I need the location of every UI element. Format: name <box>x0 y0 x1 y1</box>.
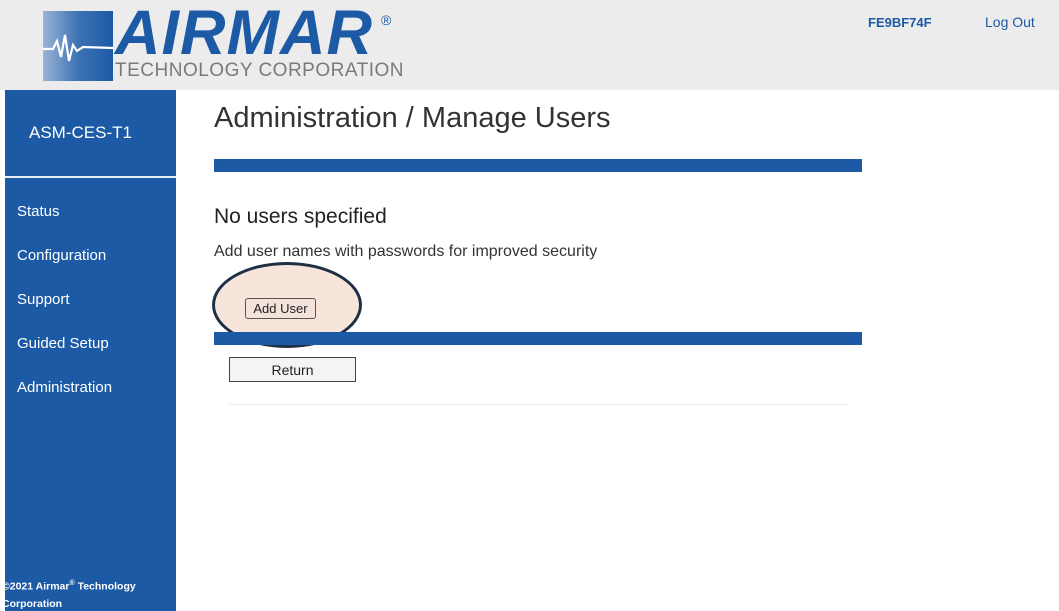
logo-subtitle: TECHNOLOGY CORPORATION <box>115 60 404 81</box>
page-title: Administration / Manage Users <box>214 102 611 134</box>
sidebar-item-support[interactable]: Support <box>5 290 176 334</box>
logout-link[interactable]: Log Out <box>985 14 1035 30</box>
sidebar-item-status[interactable]: Status <box>5 202 176 246</box>
device-id: FE9BF74F <box>868 15 932 30</box>
sidebar: ASM-CES-T1 Status Configuration Support … <box>2 90 176 611</box>
status-heading: No users specified <box>214 205 387 228</box>
sidebar-device-title: ASM-CES-T1 <box>29 122 132 142</box>
status-description: Add user names with passwords for improv… <box>214 243 598 260</box>
copyright-year: ©2021 Airmar <box>2 580 70 593</box>
sidebar-item-configuration[interactable]: Configuration <box>5 246 176 290</box>
logo-registered-mark: ® <box>381 12 392 28</box>
logo-wordmark: AIRMAR <box>115 0 373 68</box>
sonar-wave-logo-icon <box>43 11 113 81</box>
return-button[interactable]: Return <box>229 357 356 382</box>
footer-rule <box>229 404 847 405</box>
sidebar-item-guided-setup[interactable]: Guided Setup <box>5 334 176 378</box>
copyright-footer: ©2021 Airmar® Technology Corporation <box>2 575 173 611</box>
airmar-logo: AIRMAR ® TECHNOLOGY CORPORATION <box>43 2 404 84</box>
sidebar-nav: Status Configuration Support Guided Setu… <box>5 202 176 422</box>
section-divider-bottom <box>214 332 862 345</box>
add-user-button[interactable]: Add User <box>245 298 316 319</box>
sidebar-divider <box>5 176 176 178</box>
sidebar-item-administration[interactable]: Administration <box>5 378 176 422</box>
section-divider-top <box>214 159 862 172</box>
page-header: AIRMAR ® TECHNOLOGY CORPORATION FE9BF74F… <box>0 0 1059 90</box>
